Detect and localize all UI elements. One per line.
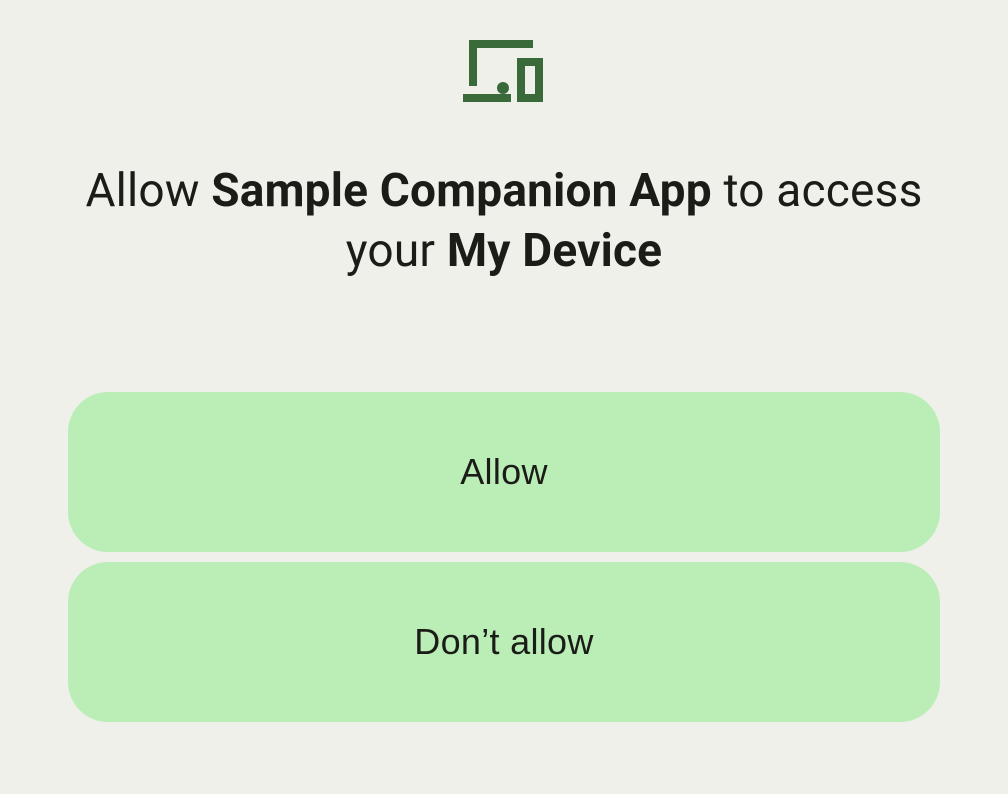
devices-icon xyxy=(463,40,545,102)
title-device-name: My Device xyxy=(447,224,662,278)
dont-allow-button[interactable]: Don’t allow xyxy=(68,562,940,722)
title-prefix: Allow xyxy=(85,164,211,218)
dialog-title: Allow Sample Companion App to access you… xyxy=(64,162,944,282)
dialog-icon-area xyxy=(463,40,545,102)
dialog-buttons: Allow Don’t allow xyxy=(0,392,1008,722)
allow-button[interactable]: Allow xyxy=(68,392,940,552)
permission-dialog: Allow Sample Companion App to access you… xyxy=(0,0,1008,794)
title-app-name: Sample Companion App xyxy=(211,164,712,218)
